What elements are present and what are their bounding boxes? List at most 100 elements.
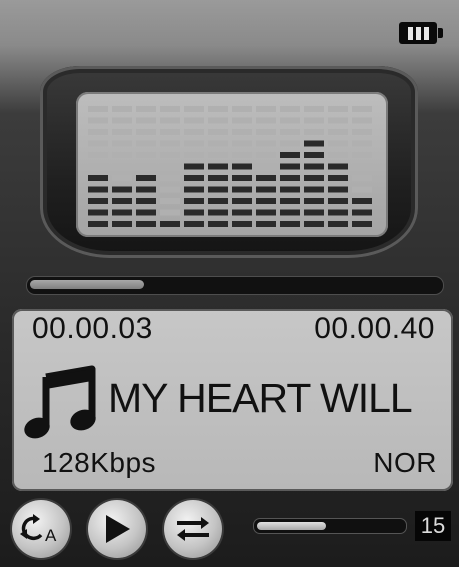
eq-mode-label: NOR [373, 447, 437, 478]
eq-segment-lit [136, 175, 156, 181]
eq-segment-lit [184, 163, 204, 170]
eq-segment-lit [136, 221, 156, 227]
eq-segment [112, 140, 132, 147]
eq-segment-lit [304, 198, 324, 204]
eq-segment [256, 117, 276, 124]
eq-segment [256, 152, 276, 158]
eq-segment [184, 129, 204, 135]
eq-segment [88, 106, 108, 112]
eq-segment-lit [208, 186, 228, 193]
eq-segment-lit [304, 152, 324, 158]
eq-segment [112, 117, 132, 124]
volume-level: 15 [415, 511, 451, 541]
play-button[interactable] [88, 500, 146, 558]
eq-segment [88, 152, 108, 158]
elapsed-time: 00.00.03 [32, 312, 153, 345]
eq-segment-lit [304, 221, 324, 227]
eq-segment-lit [256, 175, 276, 181]
eq-segment-lit [352, 198, 372, 204]
eq-segment-lit [136, 186, 156, 193]
eq-segment [136, 152, 156, 158]
eq-segment [256, 163, 276, 170]
volume-slider[interactable] [253, 518, 407, 534]
eq-segment [136, 140, 156, 147]
eq-segment [184, 117, 204, 124]
eq-segment-lit [256, 221, 276, 227]
eq-segment [232, 152, 252, 158]
battery-icon [399, 22, 443, 44]
eq-segment-lit [256, 198, 276, 204]
eq-segment [136, 163, 156, 170]
eq-segment [184, 140, 204, 147]
battery-cell [423, 26, 429, 40]
eq-segment [88, 163, 108, 170]
eq-segment-lit [88, 209, 108, 216]
eq-segment-lit [232, 221, 252, 227]
eq-segment-lit [304, 163, 324, 170]
shuffle-button[interactable] [164, 500, 222, 558]
eq-segment-lit [112, 209, 132, 216]
eq-segment [112, 152, 132, 158]
eq-segment [136, 106, 156, 112]
eq-segment-lit [208, 198, 228, 204]
track-info-panel: 00.00.03 00.00.40 MY HEART WILL 128Kbps … [12, 309, 453, 491]
eq-segment-lit [304, 209, 324, 216]
eq-segment-lit [208, 163, 228, 170]
eq-segment [328, 152, 348, 158]
eq-segment-lit [208, 175, 228, 181]
eq-segment [352, 175, 372, 181]
progress-bar[interactable] [26, 276, 444, 295]
eq-segment [208, 106, 228, 112]
eq-segment [160, 198, 180, 204]
eq-segment-lit [184, 175, 204, 181]
eq-segment [328, 117, 348, 124]
eq-segment [232, 117, 252, 124]
eq-segment-lit [328, 198, 348, 204]
eq-segment [160, 117, 180, 124]
eq-segment [328, 106, 348, 112]
repeat-mode-label: A [45, 526, 57, 545]
eq-segment [304, 106, 324, 112]
eq-segment-lit [352, 209, 372, 216]
eq-segment-lit [184, 198, 204, 204]
eq-segment [88, 129, 108, 135]
eq-segment [328, 129, 348, 135]
eq-segment [352, 117, 372, 124]
eq-segment [232, 140, 252, 147]
eq-segment [208, 152, 228, 158]
eq-segment [112, 106, 132, 112]
eq-segment-lit [112, 198, 132, 204]
eq-segment-lit [232, 209, 252, 216]
eq-segment-lit [112, 221, 132, 227]
eq-segment [160, 140, 180, 147]
music-note-icon [24, 365, 96, 439]
eq-segment [160, 152, 180, 158]
eq-segment [232, 106, 252, 112]
progress-fill [30, 280, 144, 289]
eq-segment-lit [88, 221, 108, 227]
eq-segment [304, 117, 324, 124]
eq-segment-lit [160, 221, 180, 227]
eq-segment-lit [112, 186, 132, 193]
eq-segment-lit [256, 186, 276, 193]
eq-segment [280, 106, 300, 112]
eq-segment [256, 140, 276, 147]
eq-segment-lit [208, 209, 228, 216]
eq-segment [160, 163, 180, 170]
equalizer-display [76, 92, 388, 237]
eq-segment [352, 140, 372, 147]
eq-segment-lit [328, 209, 348, 216]
eq-segment [280, 140, 300, 147]
eq-segment-lit [136, 209, 156, 216]
battery-cell [415, 26, 421, 40]
eq-segment [136, 129, 156, 135]
eq-segment [280, 117, 300, 124]
eq-segment-lit [136, 198, 156, 204]
eq-segment-lit [328, 175, 348, 181]
repeat-button[interactable]: A [12, 500, 70, 558]
eq-segment-lit [280, 221, 300, 227]
eq-segment-lit [232, 163, 252, 170]
repeat-icon: A [20, 514, 57, 545]
eq-segment-lit [88, 175, 108, 181]
eq-segment [352, 163, 372, 170]
